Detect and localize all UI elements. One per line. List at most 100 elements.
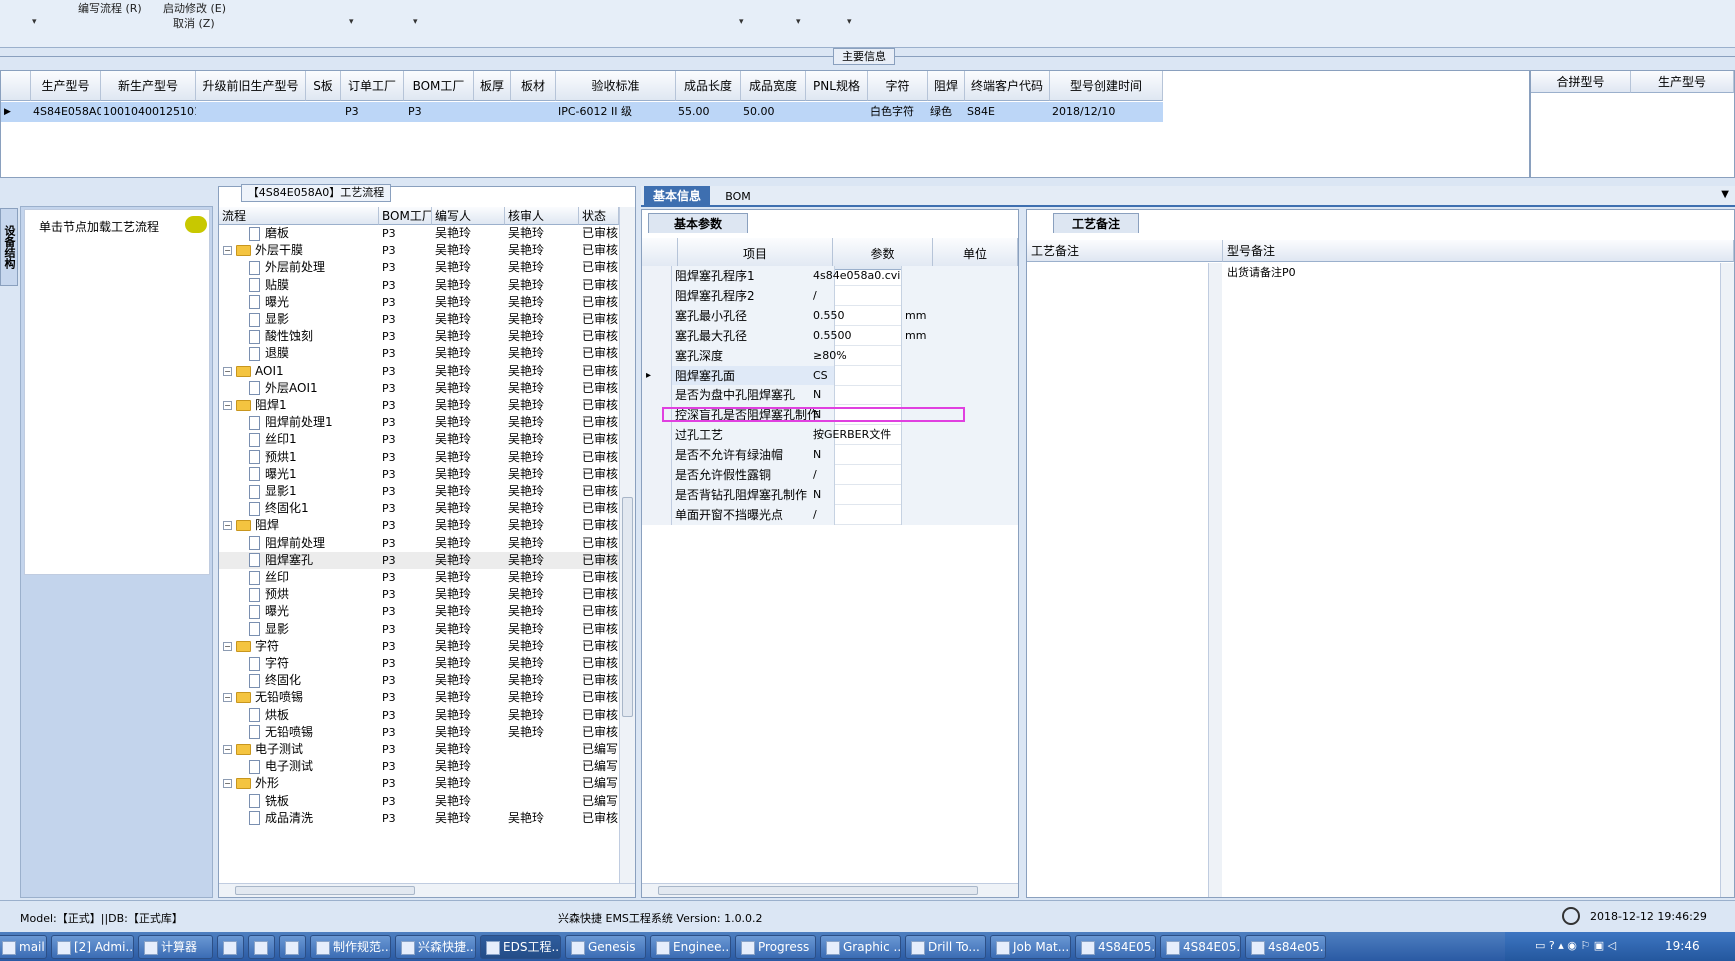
status-cell[interactable]: 已审核: [582, 414, 619, 431]
checker-cell[interactable]: 吴艳玲: [508, 517, 578, 534]
param-unit-cell[interactable]: [902, 504, 1018, 525]
status-cell[interactable]: 已审核: [582, 483, 619, 500]
dropdown-arrow-icon[interactable]: ▾: [32, 17, 37, 27]
writer-cell[interactable]: 吴艳玲: [435, 277, 505, 294]
writer-cell[interactable]: 吴艳玲: [435, 380, 505, 397]
table-row[interactable]: ▸ 阻焊塞孔面 CS: [642, 365, 1018, 386]
param-unit-cell[interactable]: [902, 465, 1018, 485]
col-header[interactable]: 新生产型号: [101, 71, 196, 101]
table-row[interactable]: 显影 P3 吴艳玲 吴艳玲 已审核: [219, 311, 619, 328]
status-cell[interactable]: 已审核: [582, 655, 619, 672]
param-unit-cell[interactable]: mm: [902, 325, 1018, 346]
table-row[interactable]: 贴膜 P3 吴艳玲 吴艳玲 已审核: [219, 277, 619, 294]
flow-step-name[interactable]: 电子测试: [255, 741, 303, 758]
table-row[interactable]: 预烘1 P3 吴艳玲 吴艳玲 已审核: [219, 449, 619, 466]
col-header[interactable]: 合拼型号: [1531, 71, 1631, 93]
status-cell[interactable]: 已审核: [582, 431, 619, 448]
table-row[interactable]: 塞孔深度 ≥80%: [642, 345, 1018, 366]
flow-step-name[interactable]: 阻焊1: [255, 397, 287, 414]
writer-cell[interactable]: 吴艳玲: [435, 741, 505, 758]
bom-factory-cell[interactable]: P3: [382, 621, 430, 638]
status-cell[interactable]: 已编写: [582, 793, 619, 810]
scroll-thumb[interactable]: [658, 886, 978, 895]
table-row[interactable]: 成品清洗 P3 吴艳玲 吴艳玲 已审核: [219, 810, 619, 827]
flow-step-name[interactable]: 预烘: [265, 586, 289, 603]
load-flow-box[interactable]: 单击节点加载工艺流程: [24, 209, 210, 575]
flow-horizontal-scrollbar[interactable]: [219, 883, 635, 897]
flow-step-name[interactable]: 外层干膜: [255, 242, 303, 259]
flow-vertical-scrollbar[interactable]: [619, 207, 635, 883]
status-cell[interactable]: 已审核: [582, 466, 619, 483]
table-row[interactable]: 阻焊塞孔 P3 吴艳玲 吴艳玲 已审核: [219, 551, 619, 569]
status-cell[interactable]: 已审核: [582, 517, 619, 534]
checker-cell[interactable]: 吴艳玲: [508, 345, 578, 362]
bom-factory-cell[interactable]: P3: [382, 569, 430, 586]
taskbar-item[interactable]: mail: [0, 935, 47, 959]
writer-cell[interactable]: 吴艳玲: [435, 414, 505, 431]
bom-factory-cell[interactable]: P3: [382, 449, 430, 466]
tray-icons[interactable]: ▭ ? ▴ ◉ ⚐ ▣ ◁: [1535, 939, 1616, 952]
checker-cell[interactable]: 吴艳玲: [508, 586, 578, 603]
table-row[interactable]: 退膜 P3 吴艳玲 吴艳玲 已审核: [219, 345, 619, 362]
cell[interactable]: 2018/12/10: [1050, 102, 1163, 122]
checker-cell[interactable]: 吴艳玲: [508, 483, 578, 500]
col-header[interactable]: 字符: [868, 71, 928, 101]
bom-factory-cell[interactable]: P3: [382, 500, 430, 517]
checker-cell[interactable]: 吴艳玲: [508, 363, 578, 380]
col-header[interactable]: 板材: [511, 71, 556, 101]
cell[interactable]: [806, 102, 868, 122]
table-row[interactable]: − AOI1 P3 吴艳玲 吴艳玲 已审核: [219, 363, 619, 380]
bom-factory-cell[interactable]: P3: [382, 793, 430, 810]
table-row[interactable]: − 阻焊 P3 吴艳玲 吴艳玲 已审核: [219, 517, 619, 534]
writer-cell[interactable]: 吴艳玲: [435, 397, 505, 414]
taskbar-item[interactable]: [279, 935, 306, 959]
col-header[interactable]: 流程: [219, 207, 379, 225]
row-header[interactable]: [642, 385, 672, 406]
bom-factory-cell[interactable]: P3: [382, 707, 430, 724]
cell[interactable]: 4S84E058A0: [31, 102, 101, 122]
taskbar-item[interactable]: 4S84E05...: [1160, 935, 1241, 959]
status-cell[interactable]: 已审核: [582, 225, 619, 242]
taskbar-item[interactable]: [217, 935, 244, 959]
param-unit-cell[interactable]: [902, 345, 1018, 366]
collapse-icon[interactable]: −: [223, 779, 232, 789]
checker-cell[interactable]: 吴艳玲: [508, 311, 578, 328]
bom-factory-cell[interactable]: P3: [382, 552, 430, 569]
collapse-icon[interactable]: −: [223, 366, 232, 376]
bom-factory-cell[interactable]: P3: [382, 380, 430, 397]
writer-cell[interactable]: 吴艳玲: [435, 449, 505, 466]
status-cell[interactable]: 已审核: [582, 328, 619, 345]
row-header[interactable]: [642, 266, 672, 286]
flow-step-name[interactable]: 显影: [265, 621, 289, 638]
param-value-cell[interactable]: N: [810, 445, 902, 466]
table-row[interactable]: − 阻焊1 P3 吴艳玲 吴艳玲 已审核: [219, 397, 619, 414]
cell[interactable]: P3: [404, 102, 474, 122]
param-value-cell[interactable]: CS: [810, 365, 902, 386]
row-header[interactable]: [642, 484, 672, 505]
writer-cell[interactable]: 吴艳玲: [435, 431, 505, 448]
param-unit-cell[interactable]: mm: [902, 305, 1018, 326]
writer-cell[interactable]: 吴艳玲: [435, 225, 505, 242]
table-row[interactable]: 显影1 P3 吴艳玲 吴艳玲 已审核: [219, 483, 619, 500]
status-cell[interactable]: 已审核: [582, 724, 619, 741]
tab-basic-info[interactable]: 基本信息: [644, 186, 710, 207]
flow-step-name[interactable]: 终固化: [265, 672, 301, 689]
writer-cell[interactable]: 吴艳玲: [435, 311, 505, 328]
checker-cell[interactable]: 吴艳玲: [508, 707, 578, 724]
table-row[interactable]: − 电子测试 P3 吴艳玲 已编写: [219, 741, 619, 758]
checker-cell[interactable]: 吴艳玲: [508, 638, 578, 655]
col-header[interactable]: 成品长度: [676, 71, 741, 101]
cell[interactable]: IPC-6012 II 级: [556, 102, 676, 122]
row-header[interactable]: [642, 504, 672, 525]
writer-cell[interactable]: 吴艳玲: [435, 345, 505, 362]
subtab-process-remarks[interactable]: 工艺备注: [1053, 213, 1139, 233]
table-row[interactable]: 塞孔最小孔径 0.550 mm: [642, 305, 1018, 326]
bom-factory-cell[interactable]: P3: [382, 586, 430, 603]
collapse-icon[interactable]: −: [223, 693, 232, 703]
bom-factory-cell[interactable]: P3: [382, 517, 430, 534]
checker-cell[interactable]: 吴艳玲: [508, 397, 578, 414]
flow-step-name[interactable]: 字符: [255, 638, 279, 655]
table-row[interactable]: 单面开窗不挡曝光点 /: [642, 504, 1018, 525]
writer-cell[interactable]: 吴艳玲: [435, 294, 505, 311]
flow-step-name[interactable]: 丝印1: [265, 431, 297, 448]
